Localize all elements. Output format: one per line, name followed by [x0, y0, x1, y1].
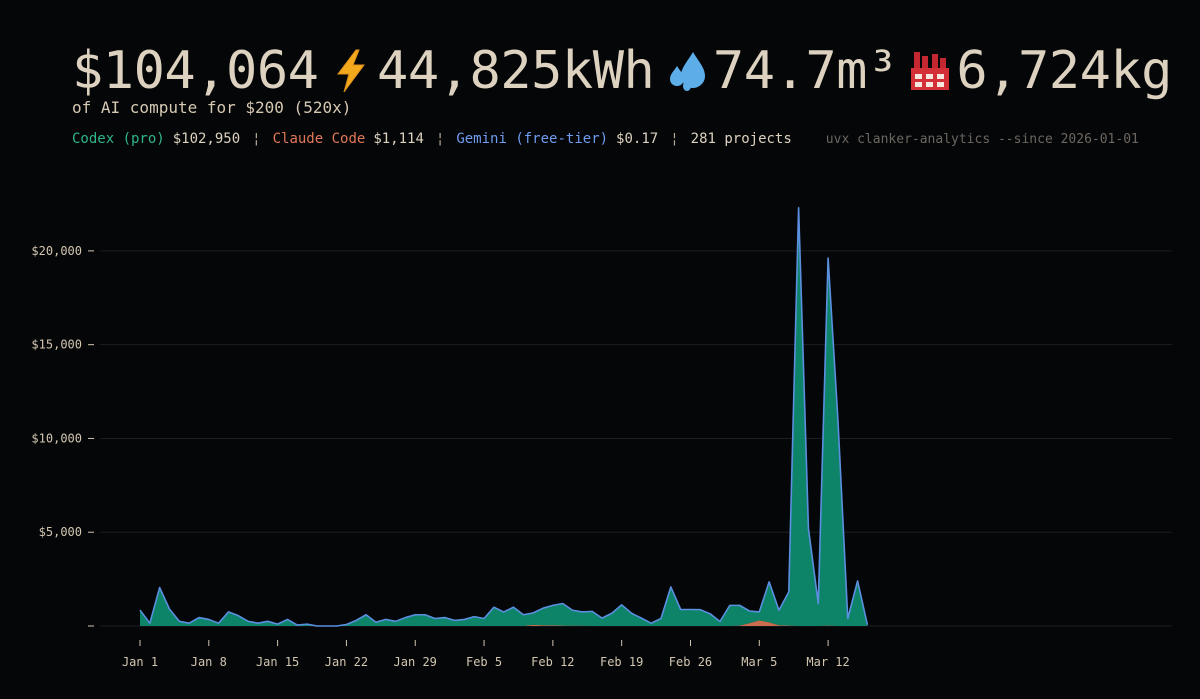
separator: ¦: [670, 131, 679, 147]
x-tick-label: Feb 5: [466, 655, 502, 669]
x-tick-label: Feb 19: [600, 655, 643, 669]
summary-row: $104,064 44,825kWh 74.7m³ 6,724kg: [72, 38, 1172, 104]
total-cost: $104,064: [72, 41, 319, 101]
codex-label: Codex (pro): [72, 131, 165, 147]
area-gemini-free-tier: [140, 207, 868, 627]
cost-area-chart: $5,000$10,000$15,000$20,000 Jan 1 Jan 8 Ja…: [31, 206, 1172, 669]
x-tick-label: Mar 12: [806, 655, 849, 669]
energy-value: 44,825kWh: [377, 41, 655, 101]
series-line-gemini: [139, 206, 869, 627]
area-codex-pro: [140, 207, 868, 627]
y-tick-label: $10,000: [31, 431, 82, 445]
y-tick-label: $20,000: [31, 244, 82, 258]
gemini-value: $0.17: [616, 131, 659, 147]
x-tick-label: Feb 26: [669, 655, 712, 669]
header: $104,064 44,825kWh 74.7m³ 6,724kg of AI …: [72, 38, 1172, 147]
x-tick-label: Jan 15: [256, 655, 299, 669]
y-axis: $5,000 $10,000 $15,000 $20,000: [31, 244, 94, 627]
separator: ¦: [435, 131, 445, 147]
gemini-label: Gemini (free-tier): [456, 131, 609, 147]
x-tick-label: Jan 8: [191, 655, 227, 669]
factory-icon: [908, 46, 953, 96]
x-axis: Jan 1 Jan 8 Jan 15 Jan 22 Jan 29 Feb 5 Feb 12 F…: [122, 640, 850, 669]
projects-count: 281 projects: [690, 131, 792, 147]
y-tick-label: $5,000: [39, 525, 82, 539]
water-drops-icon: [664, 46, 709, 96]
command-hint: uvx clanker-analytics --since 2026-01-01: [825, 132, 1139, 147]
x-tick-label: Jan 1: [122, 655, 158, 669]
water-value: 74.7m³: [712, 41, 898, 101]
x-tick-label: Jan 29: [394, 655, 437, 669]
emissions-value: 6,724kg: [956, 41, 1172, 101]
separator: ¦: [252, 131, 261, 147]
chart-grid: [100, 250, 1172, 627]
stats-row: Codex (pro) $102,950 ¦ Claude Code $1,11…: [72, 131, 1172, 147]
y-tick-label: $15,000: [31, 338, 82, 352]
claude-value: $1,114: [373, 131, 424, 147]
lightning-icon: [328, 46, 373, 96]
x-tick-label: Jan 22: [325, 655, 368, 669]
chart-areas: [139, 206, 869, 627]
x-tick-label: Feb 12: [531, 655, 574, 669]
codex-value: $102,950: [172, 131, 241, 147]
claude-label: Claude Code: [272, 131, 366, 147]
x-tick-label: Mar 5: [741, 655, 777, 669]
